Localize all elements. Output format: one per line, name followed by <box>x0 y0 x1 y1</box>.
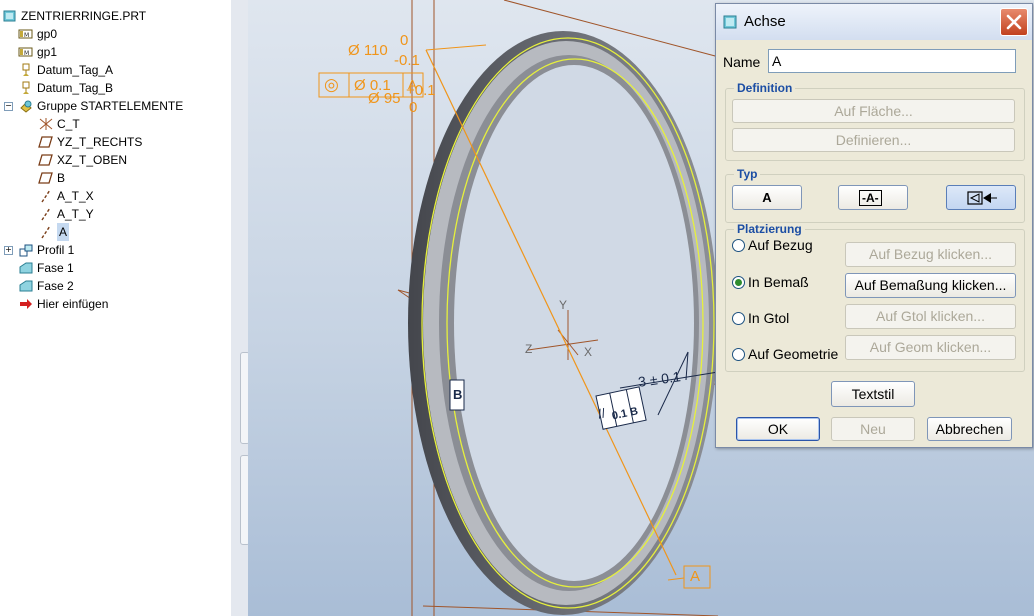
dialog-app-icon <box>723 15 737 29</box>
axis-label-x: X <box>584 345 593 359</box>
tree-item-datum-tag-b[interactable]: Datum_Tag_B <box>18 79 113 97</box>
svg-text:M: M <box>24 50 29 57</box>
tree-item-hier-einfuegen[interactable]: Hier einfügen <box>18 295 108 313</box>
ok-button[interactable]: OK <box>736 417 820 441</box>
axis-dialog: Achse Name A Definition Auf Fläche... De… <box>715 3 1033 448</box>
model-tree: ZENTRIERRINGE.PRT M gp0 M gp1 Datum_Tag_… <box>0 0 232 616</box>
axis-label-y: Y <box>559 298 568 312</box>
neu-button[interactable]: Neu <box>831 417 915 441</box>
tree-item-gp0[interactable]: M gp0 <box>18 25 57 43</box>
dim-outer-upper-tol: 0 <box>400 32 409 49</box>
tree-item-fase-1[interactable]: Fase 1 <box>18 259 74 277</box>
dim-inner-lower-tol: 0 <box>409 99 418 116</box>
definition-legend: Definition <box>737 81 793 95</box>
dim-outer-lower-tol: -0.1 <box>394 52 420 69</box>
expand-toggle-profil[interactable]: + <box>4 246 13 255</box>
tree-root[interactable]: ZENTRIERRINGE.PRT <box>2 7 146 25</box>
plane-icon: M <box>18 27 34 41</box>
dialog-title: Achse <box>744 13 786 30</box>
auf-geom-klicken-button[interactable]: Auf Geom klicken... <box>845 335 1016 360</box>
auf-bezug-klicken-button[interactable]: Auf Bezug klicken... <box>845 242 1016 267</box>
tree-item-yz-t-rechts[interactable]: YZ_T_RECHTS <box>38 133 142 151</box>
radio-in-gtol[interactable] <box>732 312 745 325</box>
tree-item-datum-tag-a[interactable]: Datum_Tag_A <box>18 61 113 79</box>
part-icon <box>2 9 18 23</box>
tree-item-c-t[interactable]: C_T <box>38 115 80 133</box>
radio-in-gtol-label[interactable]: In Gtol <box>748 310 789 326</box>
name-input[interactable]: A <box>768 49 1016 73</box>
datum-b-label[interactable]: B <box>453 387 462 402</box>
axis-icon <box>38 225 54 239</box>
close-button[interactable] <box>1000 8 1028 36</box>
tree-item-profil-1[interactable]: Profil 1 <box>18 241 74 259</box>
tree-item-fase-2[interactable]: Fase 2 <box>18 277 74 295</box>
tree-item-a-t-y[interactable]: A_T_Y <box>38 205 94 223</box>
typ-a-boxed-button[interactable]: -A- <box>838 185 908 210</box>
textstil-button[interactable]: Textstil <box>831 381 915 407</box>
datum-tag-icon <box>18 81 34 95</box>
auf-gtol-klicken-button[interactable]: Auf Gtol klicken... <box>845 304 1016 329</box>
ring-hole <box>454 65 694 581</box>
collapse-toggle-gruppe[interactable]: − <box>4 102 13 111</box>
dialog-titlebar[interactable]: Achse <box>716 4 1032 40</box>
axis-icon <box>38 189 54 203</box>
axis-icon <box>38 207 54 221</box>
chamfer-icon <box>18 279 34 293</box>
datum-plane-icon <box>38 171 54 185</box>
csys-icon <box>38 117 54 131</box>
typ-legend: Typ <box>737 167 758 181</box>
tree-root-label: ZENTRIERRINGE.PRT <box>21 9 147 23</box>
tree-item-gp1[interactable]: M gp1 <box>18 43 57 61</box>
name-label: Name <box>723 54 761 70</box>
radio-auf-bezug[interactable] <box>732 239 745 252</box>
profile-icon <box>18 243 34 257</box>
typ-datum-tag-button[interactable] <box>946 185 1016 210</box>
tree-item-a[interactable]: A <box>38 223 70 241</box>
typ-a-button[interactable]: A <box>732 185 802 210</box>
radio-in-bemass-label[interactable]: In Bemaß <box>748 274 809 290</box>
close-icon <box>1006 14 1022 30</box>
datum-tag-icon <box>18 63 34 77</box>
datum-plane-icon <box>38 135 54 149</box>
auf-bemassung-klicken-button[interactable]: Auf Bemaßung klicken... <box>845 273 1016 298</box>
tree-item-xz-t-oben[interactable]: XZ_T_OBEN <box>38 151 127 169</box>
insert-arrow-icon <box>18 297 34 311</box>
radio-auf-geometrie[interactable] <box>732 348 745 361</box>
datum-arrow-tag-icon <box>967 191 997 205</box>
dim-outer-label[interactable]: Ø 110 <box>348 42 388 59</box>
tree-item-a-t-x[interactable]: A_T_X <box>38 187 94 205</box>
auf-flaeche-button[interactable]: Auf Fläche... <box>732 99 1015 123</box>
tree-item-b[interactable]: B <box>38 169 65 187</box>
plane-icon: M <box>18 45 34 59</box>
radio-auf-geometrie-label[interactable]: Auf Geometrie <box>748 346 838 362</box>
dim-leader-tail <box>425 44 487 51</box>
datum-a-label[interactable]: A <box>690 568 700 585</box>
dim-inner-upper-tol: +0.1 <box>406 82 436 99</box>
group-icon <box>18 99 34 113</box>
radio-in-bemass[interactable] <box>732 276 745 289</box>
axis-label-z: Z <box>525 342 533 356</box>
platzierung-legend: Platzierung <box>737 222 802 236</box>
datum-plane-icon <box>38 153 54 167</box>
gtol-concentric-symbol: ◎ <box>324 75 339 94</box>
abbrechen-button[interactable]: Abbrechen <box>927 417 1012 441</box>
radio-auf-bezug-label[interactable]: Auf Bezug <box>748 237 813 253</box>
chamfer-icon <box>18 261 34 275</box>
dim-inner-label[interactable]: Ø 95 <box>368 90 401 107</box>
definieren-button[interactable]: Definieren... <box>732 128 1015 152</box>
tree-item-gruppe-startelemente[interactable]: Gruppe STARTELEMENTE <box>18 97 183 115</box>
svg-text:M: M <box>24 32 29 39</box>
